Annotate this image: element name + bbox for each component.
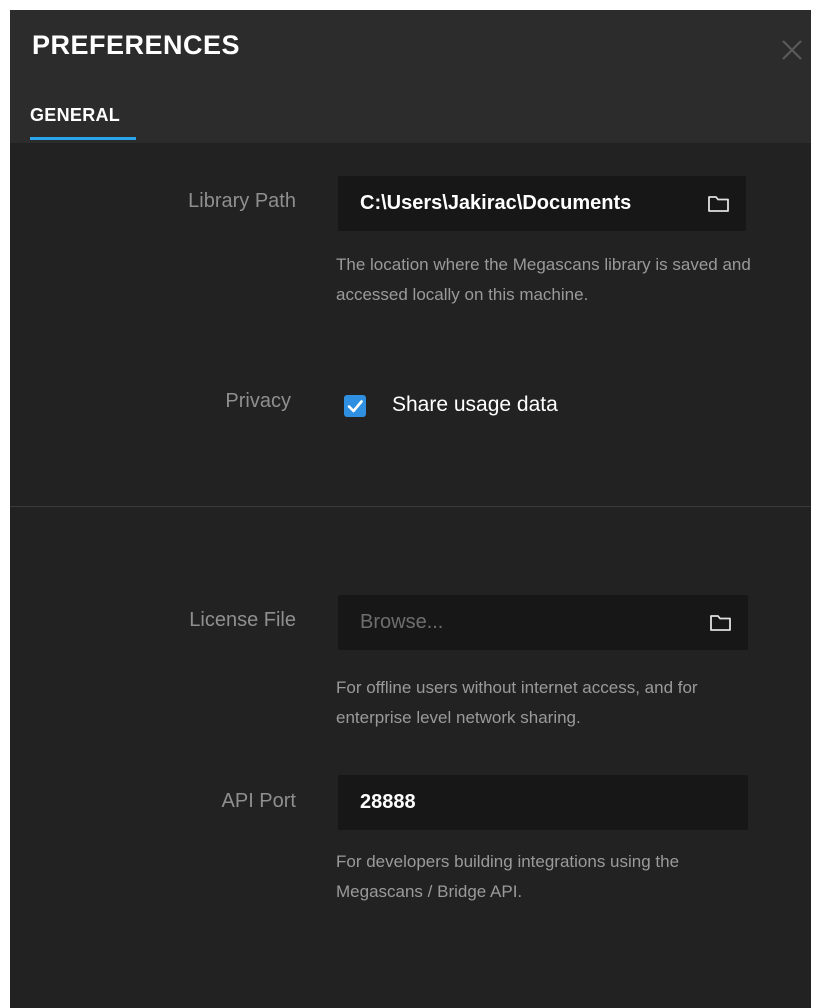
dialog-title: PREFERENCES — [32, 30, 241, 60]
license-file-help: For offline users without internet acces… — [336, 678, 698, 727]
preferences-dialog: PREFERENCES GENERAL Library Path C:\User… — [10, 10, 811, 1008]
folder-icon[interactable] — [707, 194, 731, 214]
close-icon[interactable] — [778, 36, 806, 64]
library-path-help: The location where the Megascans library… — [336, 255, 751, 304]
license-file-placeholder: Browse... — [360, 611, 444, 633]
folder-icon[interactable] — [709, 613, 733, 633]
library-path-field[interactable]: C:\Users\Jakirac\Documents — [338, 176, 746, 231]
api-port-help: For developers building integrations usi… — [336, 852, 680, 901]
share-usage-checkbox[interactable] — [344, 395, 366, 417]
share-usage-label[interactable]: Share usage data — [392, 393, 558, 417]
privacy-label: Privacy — [225, 390, 291, 412]
license-file-field[interactable]: Browse... — [338, 595, 748, 650]
dialog-header: PREFERENCES GENERAL — [10, 10, 811, 143]
license-file-label: License File — [189, 609, 296, 631]
tab-general-label: GENERAL — [30, 105, 121, 125]
active-tab-indicator — [30, 137, 136, 140]
library-path-value: C:\Users\Jakirac\Documents — [360, 192, 632, 214]
tab-general[interactable]: GENERAL — [30, 102, 136, 144]
api-port-value: 28888 — [360, 791, 416, 813]
library-path-label: Library Path — [188, 190, 296, 212]
section-divider — [10, 506, 811, 507]
api-port-label: API Port — [221, 790, 296, 812]
checkmark-icon — [347, 400, 363, 413]
api-port-field[interactable]: 28888 — [338, 775, 748, 830]
